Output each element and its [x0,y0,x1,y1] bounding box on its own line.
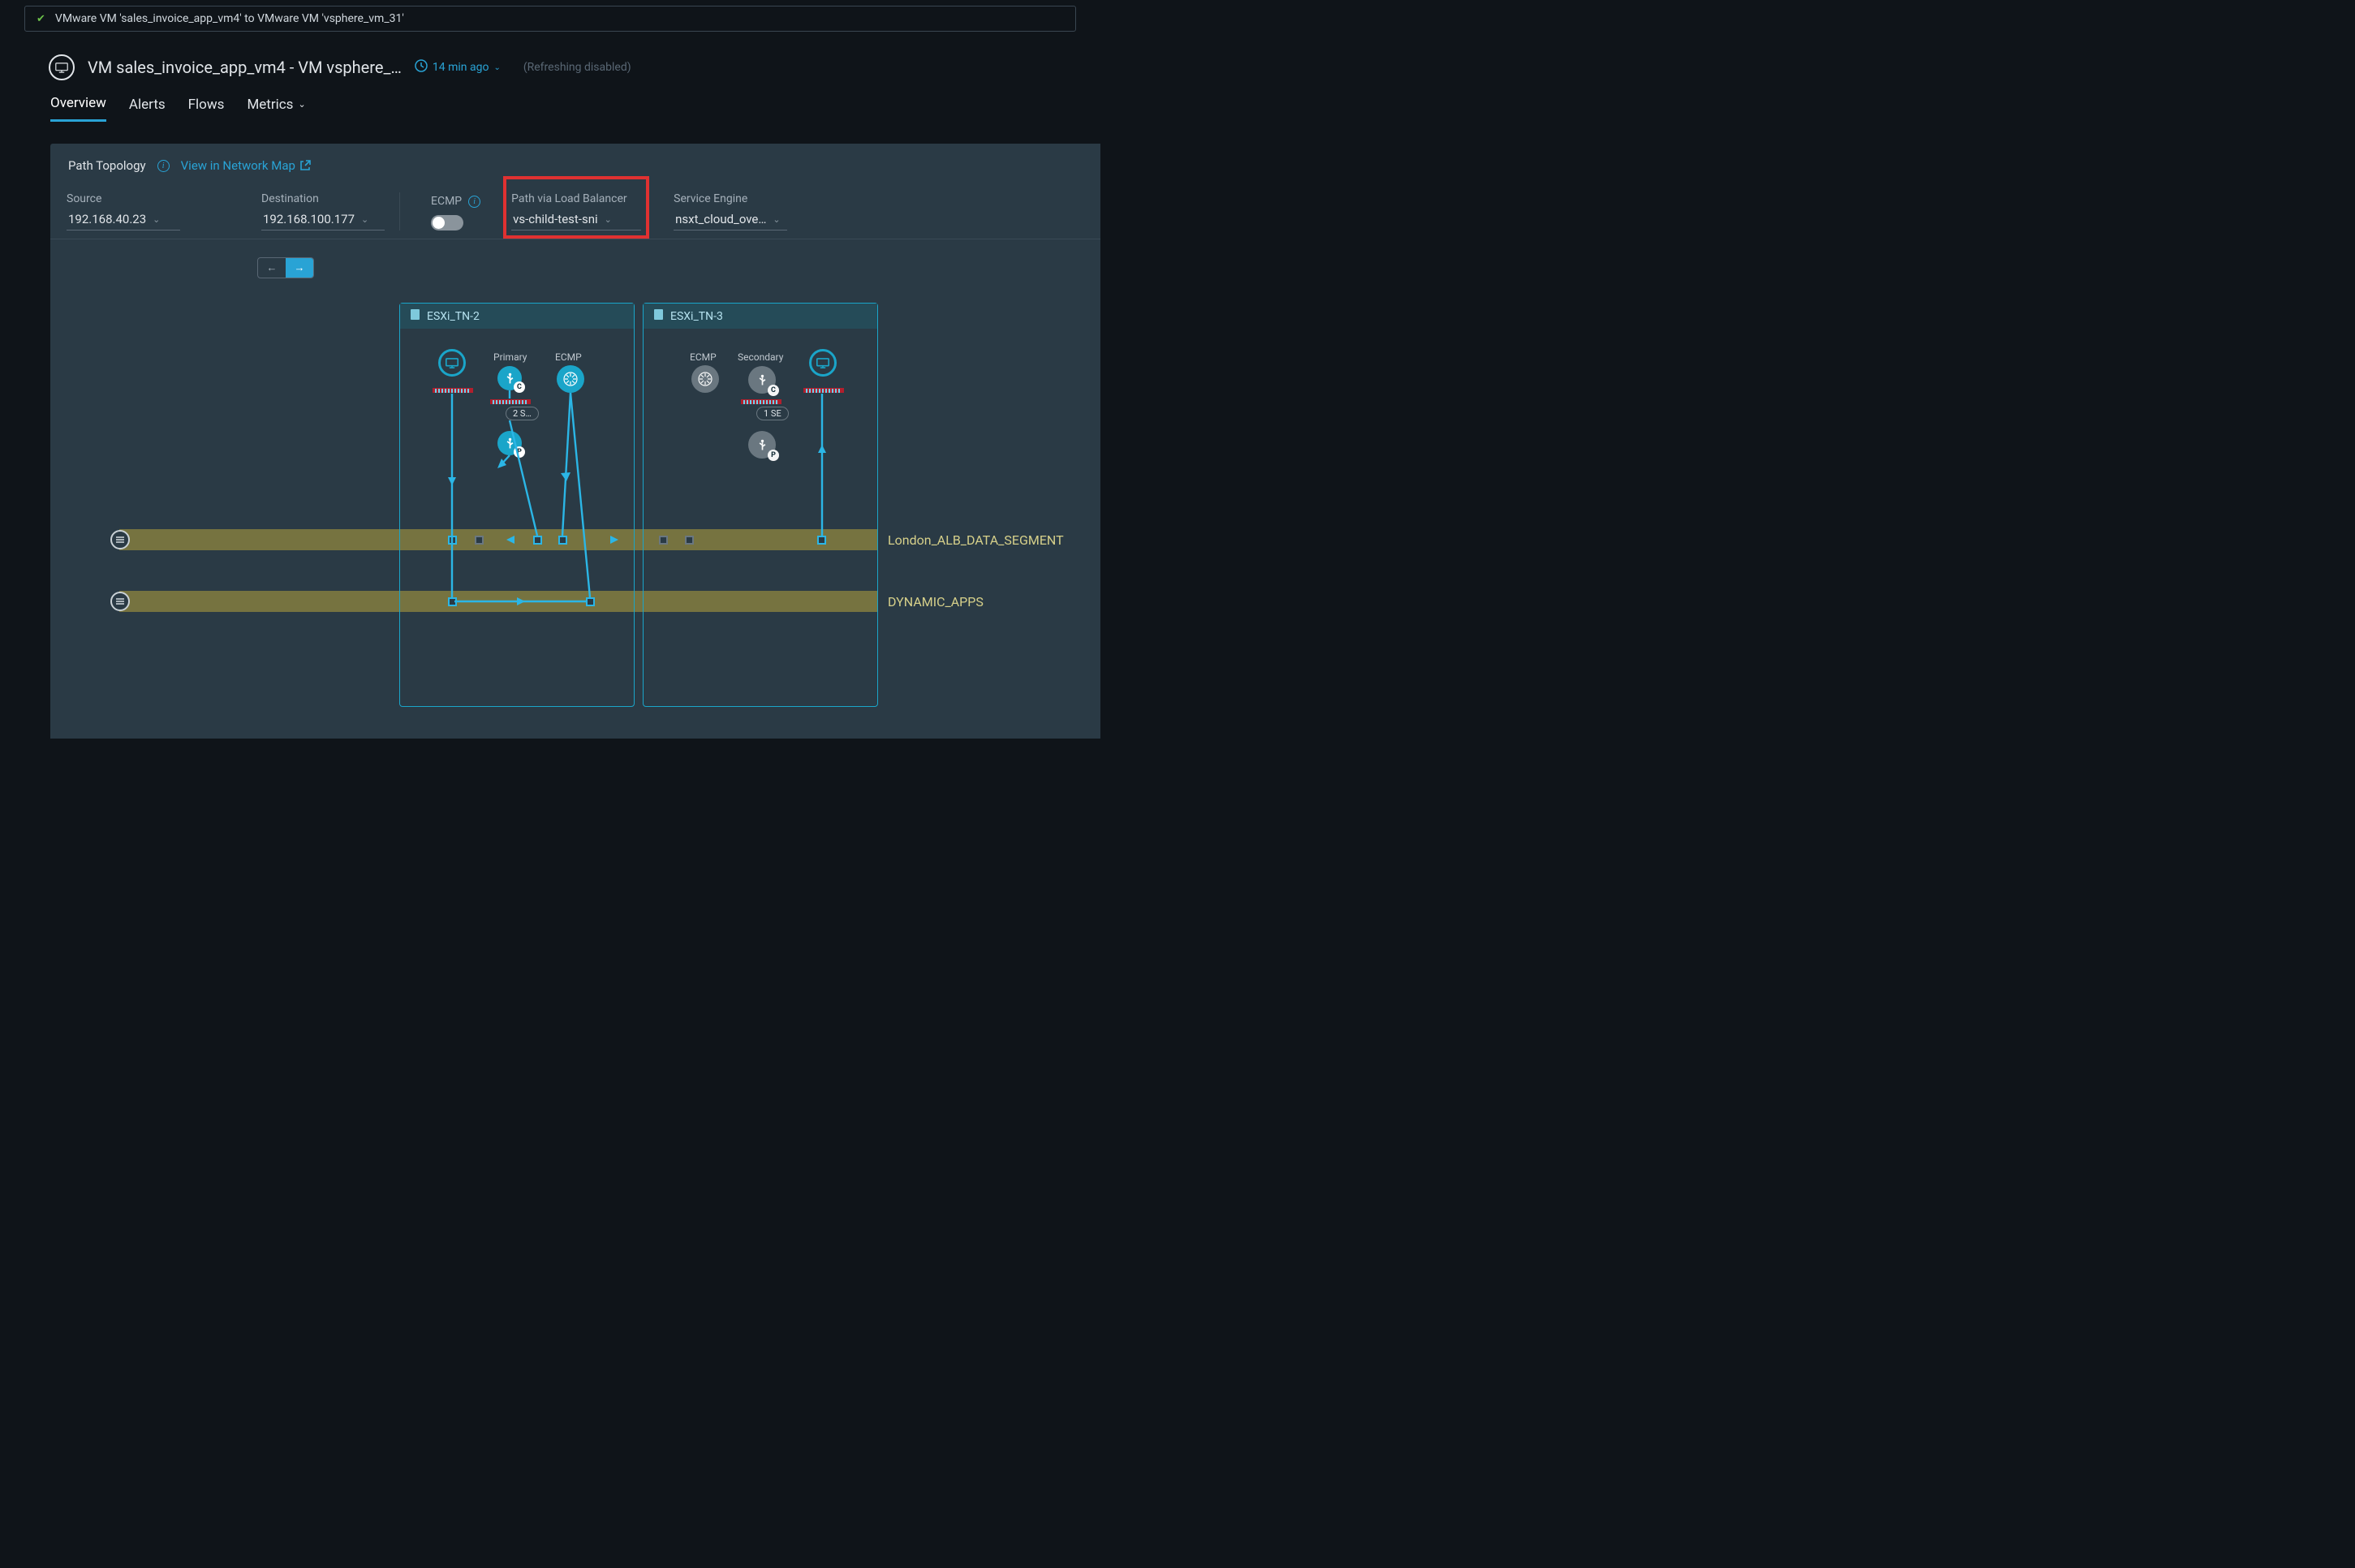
path-topology-panel: Path Topology i View in Network Map Sour… [50,144,1100,739]
ecmp-node[interactable] [557,365,584,393]
source-dropdown[interactable]: Source 192.168.40.23⌄ [67,192,180,230]
se-count-pill[interactable]: 1 SE [756,407,789,420]
tab-overview[interactable]: Overview [50,95,106,122]
ecmp-label: ECMP [431,195,462,208]
segment-icon[interactable] [110,592,130,611]
vm-node-source[interactable] [438,349,466,377]
load-balancer-dropdown[interactable]: Path via Load Balancer vs-child-test-sni… [511,192,641,230]
chevron-down-icon: ⌄ [773,214,780,225]
chevron-down-icon: ⌄ [493,63,500,72]
time-ago-dropdown[interactable]: 14 min ago ⌄ [415,59,501,75]
secondary-label: Secondary [738,351,783,363]
se-node[interactable]: P [497,431,522,455]
nic-icon [803,387,845,394]
se-node-secondary[interactable]: P [748,431,776,459]
view-network-map-link[interactable]: View in Network Map [181,158,311,173]
port [448,597,457,606]
nic-icon [740,398,782,405]
badge-c: C [768,385,779,396]
panel-header: Path Topology i View in Network Map [50,144,1100,173]
host-box-1[interactable]: ESXi_TN-2 [399,303,635,707]
port [475,536,484,545]
port [685,536,694,545]
filter-bar: Source 192.168.40.23⌄ ← → Destination 19… [50,192,1100,239]
controller-node-secondary[interactable]: C [748,366,776,394]
server-icon [410,308,420,324]
segment-label: DYNAMIC_APPS [888,594,984,610]
swap-right-button[interactable]: → [286,258,313,278]
topology-canvas[interactable]: London_ALB_DATA_SEGMENT DYNAMIC_APPS ESX… [50,303,1100,806]
check-icon: ✔ [37,13,45,25]
service-engine-dropdown[interactable]: Service Engine nsxt_cloud_ove…⌄ [674,192,787,230]
host-header: ESXi_TN-2 [400,304,634,329]
host-box-2[interactable]: ESXi_TN-3 [643,303,878,707]
segment-icon[interactable] [110,530,130,549]
server-icon [653,308,664,324]
divider [399,192,400,230]
source-label: Source [67,192,180,205]
swap-left-button[interactable]: ← [258,258,286,278]
chevron-down-icon: ⌄ [361,214,368,225]
tab-bar: Overview Alerts Flows Metrics⌄ [50,95,1100,122]
chevron-down-icon: ⌄ [298,99,305,110]
clock-icon [415,59,428,75]
destination-dropdown[interactable]: Destination 192.168.100.177⌄ [261,192,385,230]
controller-node[interactable]: C [497,366,522,390]
destination-label: Destination [261,192,385,205]
ecmp-toggle[interactable] [431,215,463,230]
primary-label: Primary [493,351,527,363]
port [558,536,567,545]
external-link-icon [299,160,311,171]
badge-c: C [514,381,525,393]
page-title: VM sales_invoice_app_vm4 - VM vsphere_… [88,58,402,77]
ecmp-label: ECMP [690,351,717,363]
breadcrumb-text: VMware VM 'sales_invoice_app_vm4' to VMw… [55,12,404,25]
port [586,597,595,606]
tab-metrics[interactable]: Metrics⌄ [247,95,305,122]
nic-icon [489,398,532,405]
chevron-down-icon: ⌄ [605,214,612,225]
port [817,536,826,545]
swap-direction: ← → [257,257,314,278]
vm-icon [49,54,75,80]
nic-icon [432,387,474,394]
vm-node-dest[interactable] [809,349,837,377]
info-icon[interactable]: i [157,160,170,172]
tab-alerts[interactable]: Alerts [129,95,166,122]
panel-title: Path Topology [68,158,146,173]
host-header: ESXi_TN-3 [644,304,877,329]
segment-label: London_ALB_DATA_SEGMENT [888,532,1064,548]
badge-p: P [514,446,525,458]
port [533,536,542,545]
page-header: VM sales_invoice_app_vm4 - VM vsphere_… … [49,54,1100,80]
tab-flows[interactable]: Flows [188,95,225,122]
badge-p: P [768,450,779,461]
lb-label: Path via Load Balancer [511,192,641,205]
info-icon[interactable]: i [468,196,480,208]
chevron-down-icon: ⌄ [153,214,160,225]
ecmp-toggle-group: ECMP i [431,195,480,230]
refresh-status: (Refreshing disabled) [523,61,631,74]
port [448,536,457,545]
se-count-pill[interactable]: 2 S… [506,407,539,420]
se-label: Service Engine [674,192,787,205]
port [659,536,668,545]
time-ago-text: 14 min ago [433,61,489,74]
ecmp-node-inactive[interactable] [691,365,719,393]
breadcrumb[interactable]: ✔ VMware VM 'sales_invoice_app_vm4' to V… [24,6,1076,32]
ecmp-label: ECMP [555,351,582,363]
